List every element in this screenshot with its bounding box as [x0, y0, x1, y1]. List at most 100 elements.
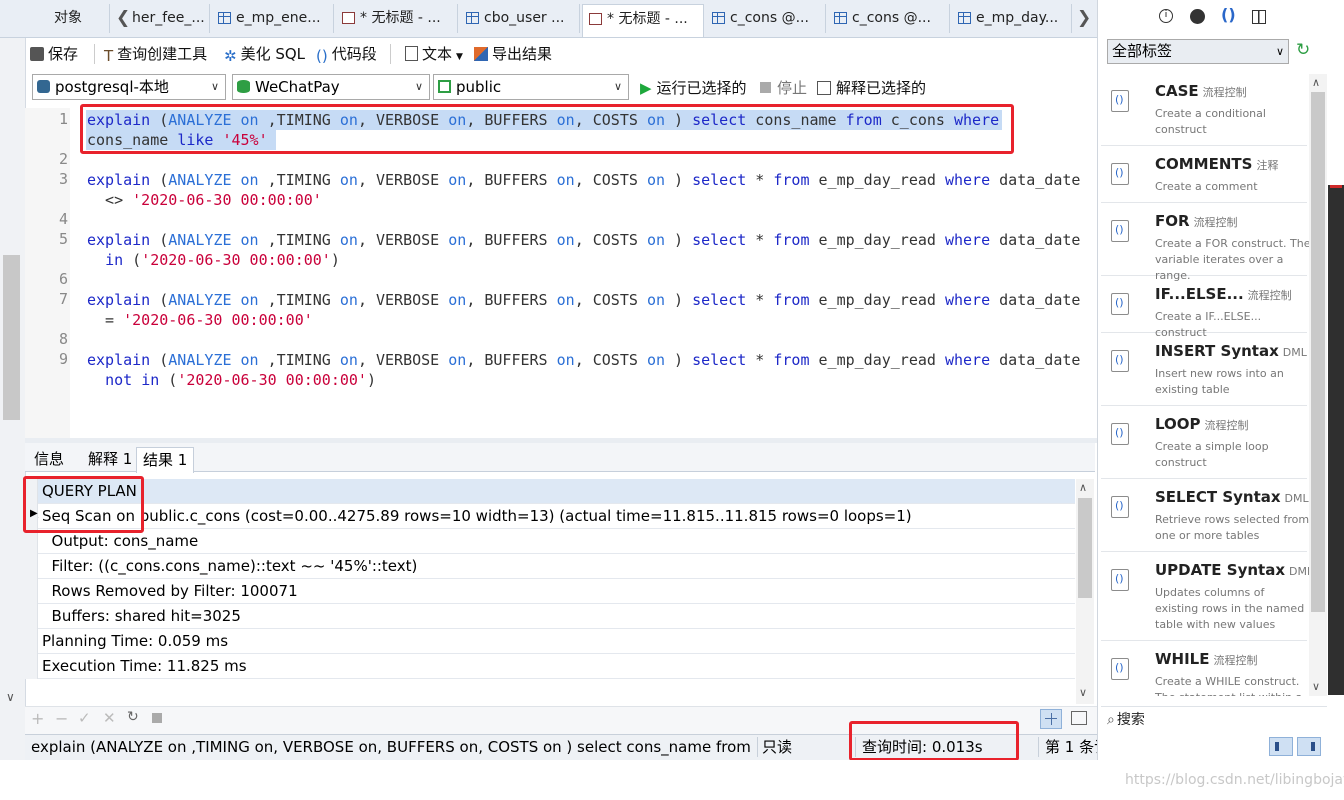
- grid-header[interactable]: QUERY PLAN: [25, 479, 1075, 504]
- stop-button[interactable]: 停止: [760, 76, 807, 100]
- schema-select[interactable]: public ∨: [433, 74, 629, 100]
- watermark: https://blog.csdn.net/libingbojava: [1125, 772, 1344, 788]
- highlight-box-query-plan: [23, 476, 144, 533]
- chevron-down-icon: ∨: [210, 80, 219, 93]
- snippet-if-else[interactable]: () IF...ELSE... 流程控制 Create a IF...ELSE... …: [1101, 277, 1307, 339]
- run-selected-button[interactable]: ▶ 运行已选择的: [640, 76, 747, 100]
- play-icon: ▶: [640, 79, 652, 97]
- tab-cbo-user[interactable]: cbo_user ...: [460, 4, 580, 33]
- table-row[interactable]: Filter: ((c_cons.cons_name)::text ~~ '45…: [25, 554, 1075, 579]
- apply-icon[interactable]: ✓: [78, 709, 91, 727]
- left-scroll-thumb[interactable]: [3, 255, 20, 420]
- text-button[interactable]: 文本 ▼: [405, 42, 463, 66]
- snippet-search[interactable]: ⌕ 搜索: [1101, 706, 1327, 733]
- scroll-up-icon[interactable]: ∧: [1079, 481, 1087, 494]
- snippet-update[interactable]: () UPDATE Syntax DML Updates columns of exi…: [1101, 553, 1313, 641]
- add-row-icon[interactable]: +: [31, 709, 44, 728]
- query-builder-button[interactable]: T 查询创建工具: [104, 42, 207, 66]
- snippet-case[interactable]: () CASE 流程控制 Create a conditional construct: [1101, 74, 1307, 146]
- table-icon: [218, 12, 231, 24]
- left-scroll-down-icon[interactable]: ∨: [6, 690, 15, 704]
- tab-her-fee[interactable]: her_fee_...: [130, 4, 210, 33]
- connection-select[interactable]: postgresql-本地 ∨: [32, 74, 226, 100]
- table-row[interactable]: ▶Seq Scan on public.c_cons (cost=0.00..4…: [25, 504, 1075, 529]
- grid-scroll-thumb[interactable]: [1078, 498, 1092, 598]
- table-row[interactable]: Planning Time: 0.059 ms: [25, 629, 1075, 654]
- query-icon: [589, 13, 602, 25]
- sql-line: explain (ANALYZE on ,TIMING on, VERBOSE …: [87, 291, 1081, 309]
- info-icon[interactable]: i: [1159, 9, 1173, 23]
- table-icon: [712, 12, 725, 24]
- save-button[interactable]: 保存: [30, 42, 78, 66]
- line-number: 5: [58, 230, 68, 248]
- stop-icon[interactable]: [152, 713, 162, 723]
- tab-scroll-left-icon[interactable]: ❮: [116, 8, 130, 28]
- snippet-braces-icon[interactable]: (): [1221, 5, 1236, 24]
- line-number: 9: [58, 350, 68, 368]
- tab-explain-1[interactable]: 解释 1: [82, 447, 138, 471]
- snippet-insert[interactable]: () INSERT Syntax DML Insert new rows into a…: [1101, 334, 1307, 406]
- sql-line: not in ('2020-06-30 00:00:00'): [105, 371, 376, 389]
- refresh-snippets-icon[interactable]: ↻: [1296, 40, 1310, 60]
- table-row[interactable]: Buffers: shared hit=3025: [25, 604, 1075, 629]
- snippet-file-icon: (): [1111, 293, 1129, 315]
- tab-c-cons-2[interactable]: c_cons @...: [828, 4, 950, 33]
- background-edge: [1328, 185, 1344, 695]
- scroll-down-icon[interactable]: ∨: [1312, 680, 1320, 693]
- panel-toggle-left-icon[interactable]: [1269, 737, 1293, 756]
- tag-filter-select[interactable]: 全部标签 ∨: [1107, 39, 1289, 64]
- search-icon: ⌕: [1107, 712, 1115, 728]
- sql-line: <> '2020-06-30 00:00:00': [87, 191, 322, 209]
- beautify-sql-button[interactable]: ✲ 美化 SQL: [224, 42, 305, 66]
- line-number: 8: [58, 330, 68, 348]
- database-select[interactable]: WeChatPay ∨: [232, 74, 430, 100]
- tab-untitled-1[interactable]: * 无标题 - ...: [336, 4, 458, 33]
- refresh-icon[interactable]: ↻: [127, 709, 139, 725]
- tab-e-mp-ene[interactable]: e_mp_ene...: [212, 4, 334, 33]
- snippet-loop[interactable]: () LOOP 流程控制 Create a simple loop construct: [1101, 407, 1307, 479]
- snippet-comments[interactable]: () COMMENTS 注释 Create a comment: [1101, 147, 1307, 203]
- tab-info[interactable]: 信息: [28, 447, 70, 471]
- snippet-select[interactable]: () SELECT Syntax DML Retrieve rows selected…: [1101, 480, 1309, 552]
- database-icon: [237, 80, 250, 93]
- chevron-down-icon: ∨: [414, 80, 423, 93]
- toolbar-divider: [94, 44, 95, 64]
- preview-icon[interactable]: [1190, 9, 1205, 24]
- status-divider: [1038, 737, 1039, 757]
- snippet-for[interactable]: () FOR 流程控制 Create a FOR construct. The var…: [1101, 204, 1311, 282]
- highlight-box-query: [80, 104, 1014, 154]
- layout-icon[interactable]: [1252, 10, 1266, 24]
- snippet-file-icon: (): [1111, 220, 1129, 242]
- tab-c-cons-1[interactable]: c_cons @...: [706, 4, 826, 33]
- snippet-file-icon: (): [1111, 496, 1129, 518]
- table-row[interactable]: Output: cons_name: [25, 529, 1075, 554]
- snippet-file-icon: (): [1111, 569, 1129, 591]
- snippet-while[interactable]: ()WHILE流程控制Create a WHILE construct. The…: [1101, 642, 1307, 696]
- line-number: 3: [58, 170, 68, 188]
- table-row[interactable]: Rows Removed by Filter: 100071: [25, 579, 1075, 604]
- code-snippet-button[interactable]: () 代码段: [316, 42, 377, 66]
- tab-untitled-active[interactable]: * 无标题 - ...: [582, 4, 704, 37]
- snippet-file-icon: (): [1111, 658, 1129, 680]
- line-number: 7: [58, 290, 68, 308]
- tab-e-mp-day[interactable]: e_mp_day...: [952, 4, 1072, 33]
- tab-objects[interactable]: 对象: [46, 4, 110, 33]
- snippet-scroll-thumb[interactable]: [1311, 92, 1325, 612]
- table-row[interactable]: Execution Time: 11.825 ms: [25, 654, 1075, 679]
- form-view-icon[interactable]: [1071, 711, 1087, 725]
- scroll-up-icon[interactable]: ∧: [1312, 76, 1320, 89]
- grid-view-icon[interactable]: [1040, 709, 1062, 729]
- snippet-file-icon: (): [1111, 423, 1129, 445]
- status-readonly: 只读: [762, 738, 793, 756]
- snippet-file-icon: (): [1111, 90, 1129, 112]
- export-results-button[interactable]: 导出结果: [474, 42, 552, 66]
- delete-row-icon[interactable]: −: [55, 709, 68, 728]
- scroll-down-icon[interactable]: ∨: [1079, 686, 1087, 699]
- sql-line: in ('2020-06-30 00:00:00'): [105, 251, 340, 269]
- tab-scroll-right-icon[interactable]: ❯: [1077, 8, 1091, 28]
- discard-icon[interactable]: ✕: [103, 709, 116, 727]
- explain-selected-button[interactable]: 解释已选择的: [817, 76, 926, 100]
- stop-icon: [760, 82, 771, 93]
- panel-toggle-right-icon[interactable]: [1297, 737, 1321, 756]
- tab-result-1[interactable]: 结果 1: [136, 447, 195, 473]
